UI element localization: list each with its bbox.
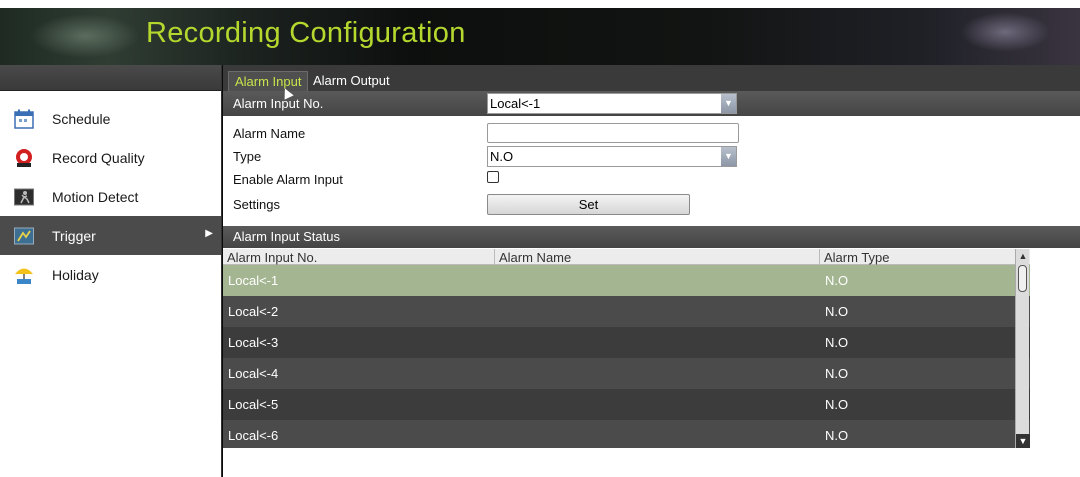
page-title: Recording Configuration — [146, 17, 466, 49]
record-icon — [14, 148, 34, 168]
table-row[interactable]: Local<-1 N.O — [223, 265, 1030, 296]
table-row[interactable]: Local<-6 N.O — [223, 420, 1030, 448]
cell-alarm-input-no: Local<-1 — [228, 273, 279, 288]
trigger-icon — [14, 226, 34, 246]
sidebar-item-label: Record Quality — [52, 149, 145, 166]
alarm-input-status-title: Alarm Input Status — [233, 229, 340, 244]
cell-alarm-input-no: Local<-3 — [228, 335, 279, 350]
sidebar-item-motion-detect[interactable]: Motion Detect — [0, 177, 221, 216]
sidebar-item-schedule[interactable]: Schedule — [0, 99, 221, 138]
alarm-input-no-row: Alarm Input No. Local<-1 ▼ — [223, 91, 1080, 116]
sidebar-header — [0, 65, 221, 91]
cell-alarm-type: N.O — [825, 304, 849, 319]
alarm-input-form: Alarm Name Type N.O ▼ Enable Alarm Input… — [223, 116, 1080, 222]
cell-alarm-input-no: Local<-4 — [228, 366, 279, 381]
cell-alarm-input-no: Local<-2 — [228, 304, 279, 319]
alarm-name-label: Alarm Name — [233, 126, 306, 141]
alarm-input-no-value: Local<-1 — [490, 96, 541, 111]
alarm-input-status-bar: Alarm Input Status — [223, 226, 1080, 248]
type-value: N.O — [490, 149, 514, 164]
recording-config-window: Recording Configuration Schedule Record … — [0, 8, 1080, 477]
motion-icon — [14, 187, 34, 207]
cell-alarm-type: N.O — [825, 273, 849, 288]
column-header-alarm-input-no[interactable]: Alarm Input No. — [223, 249, 495, 265]
calendar-icon — [14, 109, 34, 129]
enable-alarm-input-checkbox[interactable] — [487, 171, 499, 183]
main-panel: Alarm Input Alarm Output Alarm Input No.… — [223, 65, 1080, 477]
tab-bar: Alarm Input Alarm Output — [223, 65, 1080, 91]
alarm-input-no-label: Alarm Input No. — [233, 96, 324, 111]
set-button[interactable]: Set — [487, 194, 690, 215]
dropdown-arrow-icon: ▼ — [721, 94, 736, 113]
sidebar-item-label: Schedule — [52, 110, 111, 127]
sidebar-item-label: Holiday — [52, 266, 99, 283]
alarm-name-input[interactable] — [487, 123, 739, 143]
sidebar-item-record-quality[interactable]: Record Quality — [0, 138, 221, 177]
cell-alarm-type: N.O — [825, 366, 849, 381]
sidebar-item-holiday[interactable]: Holiday — [0, 255, 221, 294]
table-row[interactable]: Local<-4 N.O — [223, 358, 1030, 389]
table-row[interactable]: Local<-5 N.O — [223, 389, 1030, 420]
umbrella-icon — [14, 265, 34, 285]
scroll-thumb[interactable] — [1018, 265, 1027, 292]
sidebar-item-trigger[interactable]: Trigger ▶ — [0, 216, 221, 255]
alarm-input-no-select[interactable]: Local<-1 ▼ — [487, 93, 737, 114]
cell-alarm-input-no: Local<-6 — [228, 428, 279, 443]
sidebar-item-label: Motion Detect — [52, 188, 139, 205]
chevron-right-icon: ▶ — [205, 228, 213, 239]
column-header-alarm-type[interactable]: Alarm Type — [820, 249, 1015, 265]
table-scrollbar[interactable]: ▲ ▼ — [1015, 249, 1030, 448]
cell-alarm-type: N.O — [825, 335, 849, 350]
sidebar: Schedule Record Quality Motion Detect Tr… — [0, 65, 222, 477]
dropdown-arrow-icon: ▼ — [721, 147, 736, 166]
scroll-up-icon[interactable]: ▲ — [1016, 249, 1030, 263]
enable-alarm-input-label: Enable Alarm Input — [233, 172, 343, 187]
type-select[interactable]: N.O ▼ — [487, 146, 737, 167]
scroll-down-icon[interactable]: ▼ — [1016, 434, 1030, 448]
cell-alarm-type: N.O — [825, 428, 849, 443]
type-label: Type — [233, 149, 262, 164]
alarm-status-table: Alarm Input No. Alarm Name Alarm Type Lo… — [223, 249, 1030, 448]
sidebar-item-label: Trigger — [52, 227, 96, 244]
cell-alarm-input-no: Local<-5 — [228, 397, 279, 412]
header-banner: Recording Configuration — [0, 8, 1080, 65]
cell-alarm-type: N.O — [825, 397, 849, 412]
settings-label: Settings — [233, 197, 280, 212]
table-row[interactable]: Local<-2 N.O — [223, 296, 1030, 327]
table-row[interactable]: Local<-3 N.O — [223, 327, 1030, 358]
column-header-alarm-name[interactable]: Alarm Name — [495, 249, 820, 265]
table-header: Alarm Input No. Alarm Name Alarm Type — [223, 249, 1030, 265]
tab-alarm-input[interactable]: Alarm Input — [228, 71, 309, 91]
tab-alarm-output[interactable]: Alarm Output — [307, 71, 396, 91]
